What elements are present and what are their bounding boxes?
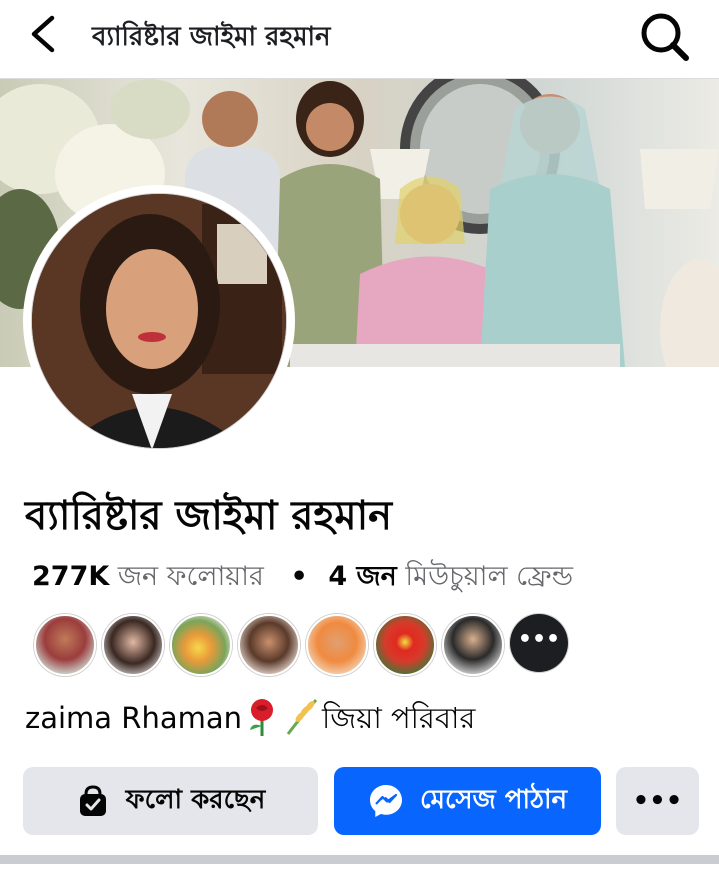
mutual-count[interactable]: 4 জন xyxy=(328,561,396,592)
mutual-friend-avatar[interactable] xyxy=(374,614,436,676)
back-button[interactable] xyxy=(22,12,72,56)
search-button[interactable] xyxy=(634,8,694,64)
more-mutual-friends-button[interactable]: ••• xyxy=(510,614,568,672)
page-title: ব্যারিষ্টার জাইমা রহমান xyxy=(92,22,331,52)
profile-name: ব্যারিষ্টার জাইমা রহমান xyxy=(25,493,393,539)
send-message-button[interactable]: মেসেজ পাঠান xyxy=(334,767,601,835)
followers-count[interactable]: 277K xyxy=(32,561,109,592)
following-check-bag-icon xyxy=(79,785,106,816)
bio-text: zaima Rhaman xyxy=(25,701,242,735)
top-bar: ব্যারিষ্টার জাইমা রহমান xyxy=(0,0,719,79)
mutual-friend-avatar[interactable] xyxy=(34,614,96,676)
back-arrow-icon xyxy=(31,15,55,53)
more-options-icon: ••• xyxy=(632,786,683,816)
mutual-friend-avatar[interactable] xyxy=(170,614,232,676)
stats-separator: • xyxy=(290,561,308,592)
profile-bio: zaima Rhaman জিয়া পরিবার xyxy=(25,696,475,745)
mutual-friend-avatar[interactable] xyxy=(442,614,504,676)
profile-picture-frame[interactable] xyxy=(23,185,295,457)
following-button-label: ফলো করছেন xyxy=(125,785,266,815)
mutual-label[interactable]: মিউচুয়াল ফ্রেন্ড xyxy=(405,561,573,592)
mutual-friend-avatar[interactable] xyxy=(306,614,368,676)
bio-suffix: জিয়া পরিবার xyxy=(322,701,476,735)
more-options-button[interactable]: ••• xyxy=(616,767,699,835)
send-message-label: মেসেজ পাঠান xyxy=(419,785,568,815)
rose-icon xyxy=(250,699,273,736)
rice-sheaf-icon xyxy=(286,699,318,735)
following-button[interactable]: ফলো করছেন xyxy=(23,767,318,835)
mutual-friend-avatar[interactable] xyxy=(102,614,164,676)
followers-label[interactable]: জন ফলোয়ার xyxy=(118,561,264,592)
messenger-icon xyxy=(369,785,402,817)
profile-stats: 277K জন ফলোয়ার • 4 জন মিউচুয়াল ফ্রেন্ড xyxy=(32,556,573,601)
mutual-friend-avatar[interactable] xyxy=(238,614,300,676)
section-divider xyxy=(0,855,719,864)
profile-picture xyxy=(31,193,287,449)
search-icon xyxy=(641,13,689,61)
